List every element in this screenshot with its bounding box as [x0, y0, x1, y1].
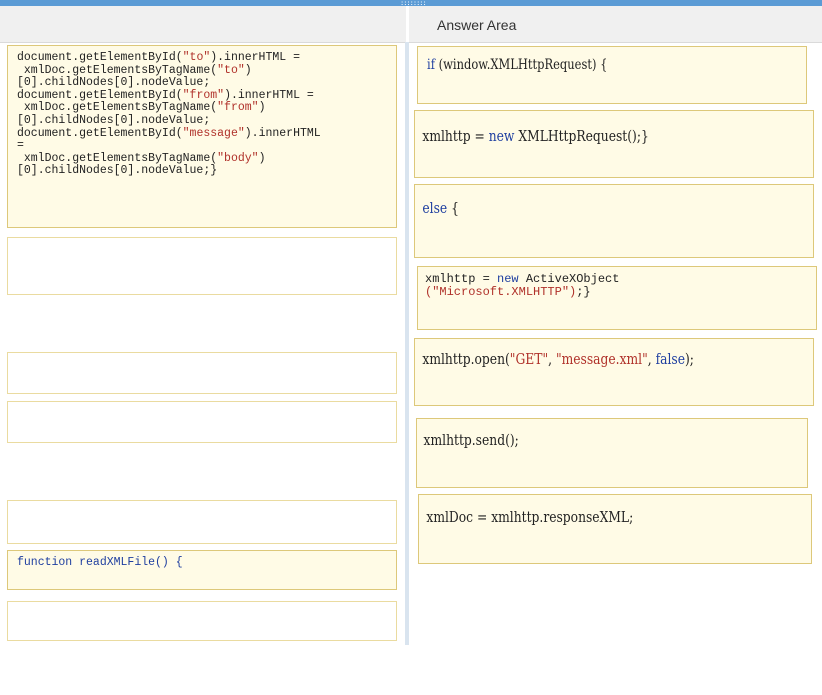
source-slot-empty-2[interactable]: [7, 352, 397, 394]
source-slot-empty-1[interactable]: [7, 237, 397, 295]
source-slot-empty-5[interactable]: [7, 601, 397, 641]
code-block: xmlhttp = new ActiveXObject ("Microsoft.…: [425, 272, 620, 299]
code-line: if (window.XMLHttpRequest) {: [427, 57, 608, 73]
answer-item-new-xmlhttprequest[interactable]: xmlhttp = new XMLHttpRequest();}: [414, 110, 814, 178]
source-slot-empty-3[interactable]: [7, 401, 397, 443]
code-line: xmlhttp = new XMLHttpRequest();}: [422, 127, 649, 145]
code-line: xmlhttp.open("GET", "message.xml", false…: [422, 350, 694, 368]
panel-divider[interactable]: [405, 42, 409, 645]
answer-item-xmlhttp-send[interactable]: xmlhttp.send();: [416, 418, 808, 488]
code-block: function readXMLFile() {: [17, 556, 183, 569]
answer-item-else[interactable]: else {: [414, 184, 814, 258]
answer-item-responsexml[interactable]: xmlDoc = xmlhttp.responseXML;: [418, 494, 812, 564]
answer-item-xmlhttp-open[interactable]: xmlhttp.open("GET", "message.xml", false…: [414, 338, 814, 406]
answer-area-title: Answer Area: [437, 17, 517, 33]
code-line: xmlDoc = xmlhttp.responseXML;: [426, 508, 634, 526]
code-line: xmlhttp.send();: [423, 431, 519, 449]
source-panel-header: [0, 6, 406, 43]
source-item-assign-innerhtml[interactable]: document.getElementById("to").innerHTML …: [7, 45, 397, 228]
answer-area-header: Answer Area: [409, 6, 822, 43]
answer-item-if-xmlhttprequest[interactable]: if (window.XMLHttpRequest) {: [417, 46, 807, 104]
code-block: document.getElementById("to").innerHTML …: [17, 51, 321, 178]
code-line: else {: [422, 199, 459, 217]
source-item-function-declaration[interactable]: function readXMLFile() {: [7, 550, 397, 590]
answer-item-new-activexobject[interactable]: xmlhttp = new ActiveXObject ("Microsoft.…: [417, 266, 817, 330]
source-slot-empty-4[interactable]: [7, 500, 397, 544]
